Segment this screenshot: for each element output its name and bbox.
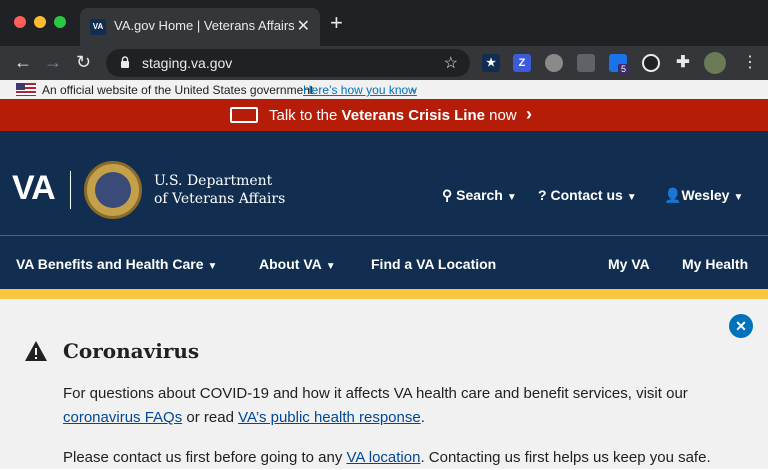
bookmark-star-icon[interactable]: ☆ <box>444 53 458 73</box>
alert-p2-end: . Contacting us first helps us keep you … <box>420 449 711 466</box>
web-page: An official website of the United States… <box>0 80 768 470</box>
alert-paragraph-1-cont: coronavirus FAQs or read VA’s public hea… <box>63 409 425 426</box>
gold-divider <box>0 289 768 299</box>
crisis-line-banner[interactable]: Talk to the Veterans Crisis Line now › <box>0 99 768 131</box>
user-icon: 👤 <box>664 187 682 203</box>
crisis-line-text: Talk to the Veterans Crisis Line now <box>269 107 517 124</box>
copy-extension-icon[interactable] <box>577 54 595 72</box>
extension-badge: 5 <box>618 64 630 74</box>
alert-period: . <box>420 409 425 426</box>
chevron-down-icon: ▼ <box>626 192 637 203</box>
user-name: Wesley <box>681 187 730 203</box>
alert-p2-text: Please contact us first before going to … <box>63 449 347 466</box>
va-location-link[interactable]: VA location <box>347 449 421 466</box>
heres-how-you-know-link[interactable]: Here’s how you know <box>303 83 417 97</box>
dept-name-line1: U.S. Department <box>154 173 273 189</box>
back-arrow-icon[interactable]: ← <box>14 51 32 73</box>
nav-find-location[interactable]: Find a VA Location <box>371 256 496 272</box>
crisis-prefix: Talk to the <box>269 107 342 124</box>
profile-avatar[interactable] <box>704 52 726 74</box>
search-menu-button[interactable]: ⚲ Search ▼ <box>442 187 517 204</box>
site-header: VA U.S. Department of Veterans Affairs ⚲… <box>0 131 768 235</box>
chevron-down-icon: ▼ <box>733 192 744 203</box>
contact-label: Contact us <box>550 187 623 203</box>
crisis-line-name: Veterans Crisis Line <box>341 107 485 124</box>
zoom-extension-icon[interactable]: Z <box>513 54 531 72</box>
minimize-window-button[interactable] <box>34 16 46 28</box>
nav-about-label: About VA <box>259 256 322 272</box>
nav-my-health[interactable]: My Health <box>682 256 748 272</box>
dept-name-line2: of Veterans Affairs <box>154 191 286 207</box>
reload-icon[interactable]: ↻ <box>76 51 91 73</box>
chevron-down-icon: ▼ <box>506 192 517 203</box>
url-text: staging.va.gov <box>142 55 233 71</box>
public-health-response-link[interactable]: VA’s public health response <box>238 409 421 426</box>
contact-us-button[interactable]: ? Contact us ▼ <box>538 187 637 203</box>
nav-benefits-label: VA Benefits and Health Care <box>16 256 204 272</box>
va-favicon-icon: VA <box>90 19 106 35</box>
coronavirus-alert: ✕ Coronavirus For questions about COVID-… <box>0 299 768 469</box>
close-window-button[interactable] <box>14 16 26 28</box>
eye-extension-icon[interactable] <box>642 54 660 72</box>
us-flag-icon <box>16 83 36 96</box>
coronavirus-faqs-link[interactable]: coronavirus FAQs <box>63 409 182 426</box>
nav-benefits-health-care[interactable]: VA Benefits and Health Care ▼ <box>16 256 217 272</box>
official-gov-banner: An official website of the United States… <box>0 80 768 99</box>
logo-divider <box>70 171 71 209</box>
tab-title: VA.gov Home | Veterans Affairs <box>114 18 294 33</box>
nav-my-va[interactable]: My VA <box>608 256 650 272</box>
va-logo[interactable]: VA <box>12 169 56 208</box>
circle-extension-icon[interactable] <box>545 54 563 72</box>
chevron-right-icon: › <box>526 104 532 124</box>
close-alert-button[interactable]: ✕ <box>729 314 753 338</box>
address-bar[interactable]: staging.va.gov ☆ <box>106 49 470 77</box>
user-menu-button[interactable]: 👤Wesley ▼ <box>664 187 743 204</box>
alert-paragraph-2: Please contact us first before going to … <box>63 449 711 466</box>
browser-menu-icon[interactable]: ⋮ <box>742 52 758 72</box>
browser-tab[interactable]: VA VA.gov Home | Veterans Affairs ✕ <box>80 8 320 46</box>
va-seal-icon[interactable] <box>84 161 142 219</box>
search-label: Search <box>456 187 503 203</box>
crisis-suffix: now <box>484 107 517 124</box>
browser-toolbar: ← → ↻ staging.va.gov ☆ ★ Z 5 ✚ ⋮ <box>0 46 768 80</box>
puzzle-extension-icon[interactable]: ✚ <box>674 54 692 72</box>
forward-arrow-icon[interactable]: → <box>44 51 62 73</box>
chevron-down-icon[interactable]: ⌄ <box>409 81 419 95</box>
alert-title: Coronavirus <box>63 339 200 363</box>
tab-close-icon[interactable]: ✕ <box>297 16 310 36</box>
alert-paragraph-1: For questions about COVID-19 and how it … <box>63 385 688 402</box>
new-tab-button[interactable]: + <box>330 12 343 34</box>
browser-tabstrip: VA VA.gov Home | Veterans Affairs ✕ + <box>0 0 768 46</box>
warning-icon <box>25 341 47 361</box>
shield-extension-icon[interactable]: ★ <box>482 54 500 72</box>
gov-banner-text: An official website of the United States… <box>42 83 314 97</box>
nav-about-va[interactable]: About VA ▼ <box>259 256 336 272</box>
crisis-phone-icon <box>230 107 258 123</box>
main-navigation: VA Benefits and Health Care ▼ About VA ▼ F… <box>0 235 768 289</box>
lock-icon <box>121 56 129 68</box>
alert-connector: or read <box>182 409 239 426</box>
chevron-down-icon: ▼ <box>325 261 336 272</box>
question-icon: ? <box>538 187 551 203</box>
maximize-window-button[interactable] <box>54 16 66 28</box>
search-icon: ⚲ <box>442 187 457 203</box>
chevron-down-icon: ▼ <box>207 261 218 272</box>
